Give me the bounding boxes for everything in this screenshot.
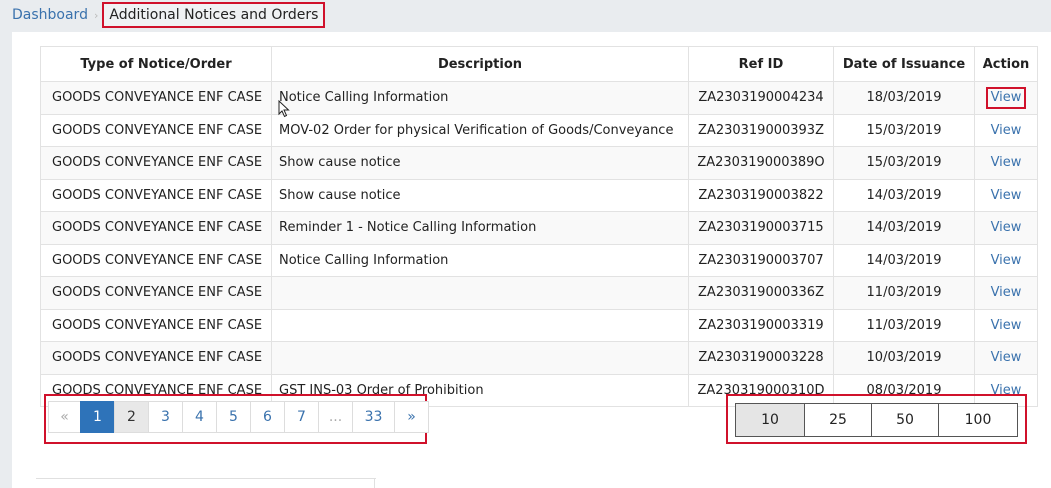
cell-description [271, 276, 689, 310]
cell-date: 15/03/2019 [833, 146, 975, 180]
page-size-10[interactable]: 10 [735, 403, 805, 437]
view-link[interactable]: View [991, 220, 1022, 235]
cell-action: View [974, 276, 1038, 310]
cell-action: View [974, 308, 1038, 342]
cell-description [271, 341, 689, 375]
view-link[interactable]: View [985, 86, 1027, 109]
cell-action: View [974, 81, 1038, 115]
notices-table: Type of Notice/Order Description Ref ID … [40, 46, 1038, 407]
table-row: GOODS CONVEYANCE ENF CASE Notice Calling … [40, 81, 1038, 115]
column-header-description: Description [271, 46, 689, 82]
cell-description: Notice Calling Information [271, 81, 689, 115]
cell-type: GOODS CONVEYANCE ENF CASE [40, 211, 272, 245]
cell-action: View [974, 243, 1038, 277]
pagination: « 1 2 3 4 5 6 7 ... 33 » [48, 401, 429, 433]
cell-description: Reminder 1 - Notice Calling Information [271, 211, 689, 245]
pagination-page-3[interactable]: 3 [148, 401, 183, 433]
table-row: GOODS CONVEYANCE ENF CASE ZA230319000336Z… [40, 276, 1038, 310]
cell-date: 14/03/2019 [833, 211, 975, 245]
column-header-action: Action [974, 46, 1038, 82]
table-row: GOODS CONVEYANCE ENF CASE ZA2303190003319… [40, 308, 1038, 342]
breadcrumb-dashboard-link[interactable]: Dashboard [12, 7, 88, 23]
cell-description: Show cause notice [271, 146, 689, 180]
cell-description: MOV-02 Order for physical Verification o… [271, 113, 689, 147]
table-row: GOODS CONVEYANCE ENF CASE Reminder 1 - No… [40, 211, 1038, 245]
cell-ref-id: ZA2303190003319 [688, 308, 834, 342]
cell-type: GOODS CONVEYANCE ENF CASE [40, 276, 272, 310]
view-link[interactable]: View [991, 350, 1022, 365]
cell-ref-id: ZA2303190003715 [688, 211, 834, 245]
cell-action: View [974, 113, 1038, 147]
pagination-page-1[interactable]: 1 [80, 401, 115, 433]
pagination-container: « 1 2 3 4 5 6 7 ... 33 » [44, 394, 429, 444]
page-size-25[interactable]: 25 [804, 403, 872, 437]
page-size-50[interactable]: 50 [871, 403, 939, 437]
cell-ref-id: ZA2303190003707 [688, 243, 834, 277]
cell-ref-id: ZA230319000393Z [688, 113, 834, 147]
column-header-date: Date of Issuance [833, 46, 975, 82]
pagination-page-6[interactable]: 6 [250, 401, 285, 433]
view-link[interactable]: View [991, 318, 1022, 333]
view-link[interactable]: View [991, 285, 1022, 300]
cell-ref-id: ZA2303190003228 [688, 341, 834, 375]
cell-ref-id: ZA230319000389O [688, 146, 834, 180]
pagination-next-button[interactable]: » [394, 401, 429, 433]
cell-description: Show cause notice [271, 178, 689, 212]
cell-action: View [974, 146, 1038, 180]
view-link[interactable]: View [991, 123, 1022, 138]
pagination-page-7[interactable]: 7 [284, 401, 319, 433]
view-link[interactable]: View [991, 155, 1022, 170]
table-row: GOODS CONVEYANCE ENF CASE ZA2303190003228… [40, 341, 1038, 375]
cell-type: GOODS CONVEYANCE ENF CASE [40, 178, 272, 212]
cell-type: GOODS CONVEYANCE ENF CASE [40, 113, 272, 147]
page-size-selector: 10 25 50 100 [735, 403, 1018, 437]
cell-date: 18/03/2019 [833, 81, 975, 115]
cell-type: GOODS CONVEYANCE ENF CASE [40, 341, 272, 375]
cell-date: 15/03/2019 [833, 113, 975, 147]
cell-ref-id: ZA2303190003822 [688, 178, 834, 212]
cell-date: 14/03/2019 [833, 178, 975, 212]
column-header-type: Type of Notice/Order [40, 46, 272, 82]
divider [374, 478, 375, 488]
divider [36, 478, 376, 479]
pagination-page-4[interactable]: 4 [182, 401, 217, 433]
cell-description [271, 308, 689, 342]
table-header-row: Type of Notice/Order Description Ref ID … [40, 46, 1038, 82]
cell-action: View [974, 211, 1038, 245]
cell-type: GOODS CONVEYANCE ENF CASE [40, 308, 272, 342]
table-row: GOODS CONVEYANCE ENF CASE MOV-02 Order fo… [40, 113, 1038, 147]
cell-action: View [974, 178, 1038, 212]
pagination-prev-button[interactable]: « [48, 401, 81, 433]
cell-type: GOODS CONVEYANCE ENF CASE [40, 243, 272, 277]
page-size-100[interactable]: 100 [938, 403, 1018, 437]
column-header-ref-id: Ref ID [688, 46, 834, 82]
cell-date: 10/03/2019 [833, 341, 975, 375]
table-row: GOODS CONVEYANCE ENF CASE Show cause noti… [40, 178, 1038, 212]
cell-date: 11/03/2019 [833, 276, 975, 310]
pagination-page-2[interactable]: 2 [114, 401, 149, 433]
cell-type: GOODS CONVEYANCE ENF CASE [40, 146, 272, 180]
pagination-page-5[interactable]: 5 [216, 401, 251, 433]
cell-ref-id: ZA230319000336Z [688, 276, 834, 310]
view-link[interactable]: View [991, 253, 1022, 268]
mouse-pointer-icon [278, 100, 290, 118]
breadcrumb-separator: › [93, 8, 99, 22]
pagination-ellipsis: ... [318, 401, 353, 433]
page-size-container: 10 25 50 100 [726, 394, 1027, 444]
cell-date: 11/03/2019 [833, 308, 975, 342]
breadcrumb: Dashboard › Additional Notices and Order… [12, 2, 326, 28]
breadcrumb-current-page: Additional Notices and Orders [102, 2, 326, 28]
cell-ref-id: ZA2303190004234 [688, 81, 834, 115]
cell-type: GOODS CONVEYANCE ENF CASE [40, 81, 272, 115]
cell-date: 14/03/2019 [833, 243, 975, 277]
pagination-page-33[interactable]: 33 [352, 401, 395, 433]
view-link[interactable]: View [991, 188, 1022, 203]
table-row: GOODS CONVEYANCE ENF CASE Show cause noti… [40, 146, 1038, 180]
table-row: GOODS CONVEYANCE ENF CASE Notice Calling … [40, 243, 1038, 277]
cell-description: Notice Calling Information [271, 243, 689, 277]
cell-action: View [974, 341, 1038, 375]
